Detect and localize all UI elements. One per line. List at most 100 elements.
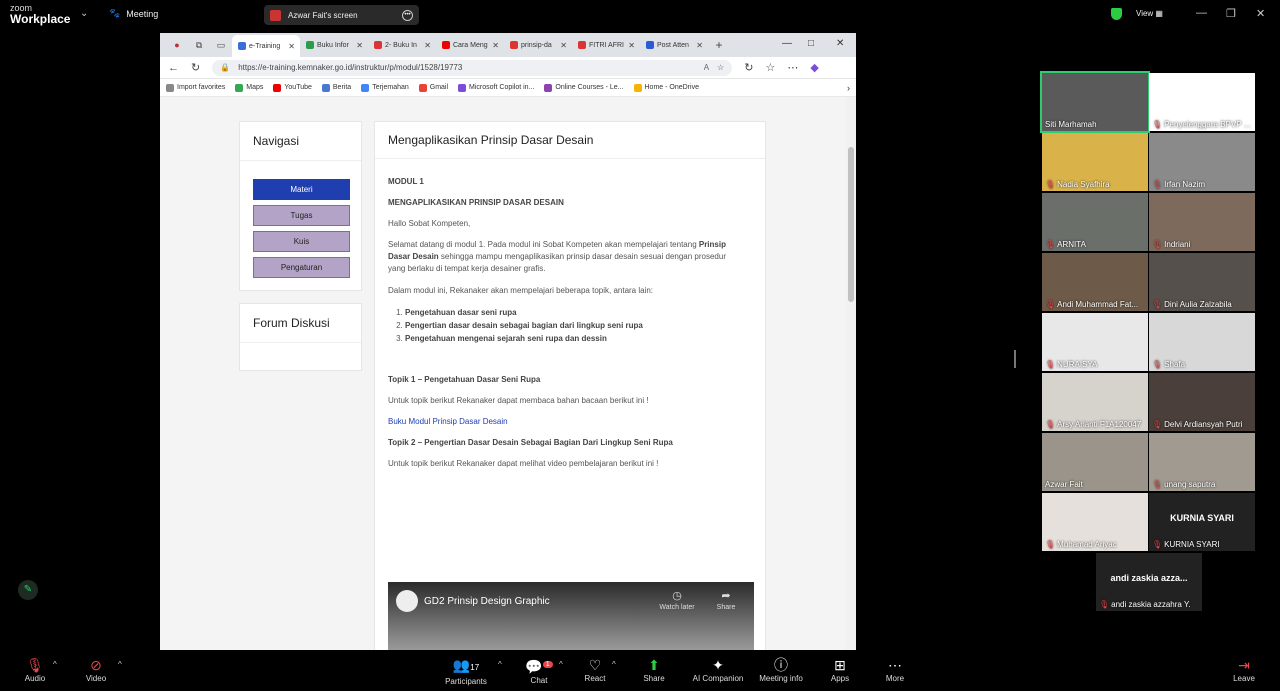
channel-avatar[interactable] — [396, 590, 418, 612]
meeting-menu[interactable]: 🐾 Meeting — [109, 8, 158, 19]
tab-actions-icon[interactable]: ▭ — [210, 40, 232, 51]
close-tab-icon[interactable]: ✕ — [492, 41, 499, 50]
read-aloud-icon[interactable]: A — [704, 63, 709, 72]
browser-tab[interactable]: Cara Meng ✕ — [436, 35, 504, 55]
new-tab-icon[interactable]: + — [708, 38, 730, 52]
ai-companion-button[interactable]: ✦ AI Companion — [688, 656, 748, 683]
workspaces-icon[interactable]: ⧉ — [188, 40, 210, 51]
profile-icon[interactable]: ● — [166, 40, 188, 50]
close-tab-icon[interactable]: ✕ — [424, 41, 431, 50]
view-button[interactable]: View ▦ — [1136, 9, 1163, 18]
participant-tile[interactable]: 🎙 Delvi Ardiansyah Putri — [1149, 373, 1255, 431]
share-button[interactable]: ⬆ Share — [624, 656, 684, 683]
browser-tab[interactable]: Post Atten ✕ — [640, 35, 708, 55]
menu-icon[interactable]: ⋯ — [787, 61, 798, 74]
chevron-down-icon[interactable]: ⌄ — [80, 8, 88, 19]
chat-caret[interactable]: ^ — [559, 660, 563, 669]
participant-tile[interactable]: 🎙 Nadia Syafhira — [1042, 133, 1148, 191]
extensions-icon[interactable]: ↻ — [744, 61, 753, 74]
favorite-item[interactable]: YouTube — [273, 83, 312, 92]
pengaturan-button[interactable]: Pengaturan — [253, 257, 350, 278]
participant-tile[interactable]: 🎙 Penyelenggara BPVP ... — [1149, 73, 1255, 131]
close-tab-icon[interactable]: ✕ — [356, 41, 363, 50]
participant-tile[interactable]: 🎙 Arsy Arianti F1A120047 — [1042, 373, 1148, 431]
favorite-item[interactable]: Import favorites — [166, 83, 225, 92]
participant-tile[interactable]: 🎙 NURAISYA — [1042, 313, 1148, 371]
participant-tile[interactable]: 🎙 Shafa — [1149, 313, 1255, 371]
tab-label: Post Atten — [657, 41, 689, 49]
apps-button[interactable]: ⊞ Apps — [810, 656, 870, 683]
participant-tile[interactable]: 🎙 ARNITA — [1042, 193, 1148, 251]
react-button[interactable]: ♡ React — [565, 656, 625, 683]
leave-button[interactable]: ⇥ Leave — [1214, 656, 1274, 683]
participant-tile[interactable]: Siti Marhamah — [1040, 71, 1150, 133]
favorite-item[interactable]: Berita — [321, 83, 351, 92]
favorite-item[interactable]: Home - OneDrive — [633, 83, 699, 92]
video-title[interactable]: GD2 Prinsip Design Graphic — [424, 596, 550, 608]
annotate-pen-icon[interactable]: ✎ — [18, 580, 38, 600]
scrollbar-thumb[interactable] — [848, 147, 854, 302]
shield-icon[interactable] — [1111, 8, 1122, 20]
browser-tab[interactable]: 2- Buku In ✕ — [368, 35, 436, 55]
participant-tile[interactable]: 🎙 Dini Aulia Zalzabila — [1149, 253, 1255, 311]
favorite-item[interactable]: Microsoft Copilot in... — [458, 83, 534, 92]
kuis-button[interactable]: Kuis — [253, 231, 350, 252]
browser-minimize-icon[interactable]: — — [782, 38, 792, 49]
url-field[interactable]: 🔒 https://e-training.kemnaker.go.id/inst… — [212, 59, 733, 76]
browser-maximize-icon[interactable]: □ — [808, 38, 814, 49]
screen-share-indicator[interactable]: Azwar Fait's screen ••• — [264, 5, 419, 25]
more-button[interactable]: ⋯ More — [865, 656, 925, 683]
close-tab-icon[interactable]: ✕ — [288, 42, 295, 51]
participant-name: 🎙 Penyelenggara BPVP ... — [1152, 120, 1250, 129]
close-tab-icon[interactable]: ✕ — [560, 41, 567, 50]
participant-tile[interactable]: Azwar Fait — [1042, 433, 1148, 491]
audio-options-caret[interactable]: ^ — [53, 660, 57, 669]
participants-caret[interactable]: ^ — [498, 660, 502, 669]
video-options-caret[interactable]: ^ — [118, 660, 122, 669]
browser-close-icon[interactable]: ✕ — [836, 38, 844, 49]
page-scrollbar[interactable] — [846, 97, 856, 650]
forum-card-title[interactable]: Forum Diskusi — [240, 304, 361, 343]
favorite-item[interactable]: Gmail — [418, 83, 448, 92]
participant-tile[interactable]: 🎙 Andi Muhammad Fat... — [1042, 253, 1148, 311]
favorite-item[interactable]: Online Courses - Le... — [544, 83, 624, 92]
favorite-star-icon[interactable]: ☆ — [717, 63, 724, 72]
topic2-title: Topik 2 – Pengertian Dasar Desain Sebaga… — [388, 438, 673, 447]
share-video-button[interactable]: ➦ Share — [708, 590, 744, 614]
browser-tab[interactable]: Buku Infor ✕ — [300, 35, 368, 55]
watch-later-button[interactable]: ◷ Watch later — [659, 590, 695, 614]
favorite-item[interactable]: Maps — [235, 83, 263, 92]
participant-tile[interactable]: KURNIA SYARI 🎙 KURNIA SYARI — [1149, 493, 1255, 551]
copilot-icon[interactable]: ◆ — [810, 61, 818, 74]
chevron-right-icon[interactable]: › — [847, 83, 850, 93]
participant-tile[interactable]: andi zaskia azza... 🎙 andi zaskia azzahra … — [1096, 553, 1202, 611]
browser-tab[interactable]: FITRI AFRI ✕ — [572, 35, 640, 55]
onedrive-icon — [633, 83, 642, 92]
participant-tile[interactable]: 🎙 unang saputra — [1149, 433, 1255, 491]
more-options-icon[interactable]: ••• — [402, 9, 413, 21]
close-tab-icon[interactable]: ✕ — [628, 41, 635, 50]
meeting-info-button[interactable]: ⓘ Meeting info — [751, 656, 811, 683]
browser-tab[interactable]: e-Training ✕ — [232, 35, 300, 57]
favorite-item[interactable]: Terjemahan — [361, 83, 409, 92]
minimize-icon[interactable]: — — [1196, 7, 1207, 19]
favorites-icon[interactable]: ☆ — [765, 61, 775, 74]
panel-resize-handle[interactable] — [1014, 350, 1016, 368]
nav-card-title: Navigasi — [240, 122, 361, 161]
back-icon[interactable]: ← — [168, 62, 179, 74]
participant-tile[interactable]: 🎙 Irfan Nazim — [1149, 133, 1255, 191]
module-book-link[interactable]: Buku Modul Prinsip Dasar Desain — [388, 416, 743, 428]
browser-tab[interactable]: prinsip-da ✕ — [504, 35, 572, 55]
refresh-icon[interactable]: ↻ — [191, 61, 200, 74]
video-embed[interactable]: GD2 Prinsip Design Graphic ◷ Watch later … — [388, 582, 754, 650]
tugas-button[interactable]: Tugas — [253, 205, 350, 226]
materi-button[interactable]: Materi — [253, 179, 350, 200]
close-tab-icon[interactable]: ✕ — [696, 41, 703, 50]
participant-tile[interactable]: 🎙 Muhamad Ariyac — [1042, 493, 1148, 551]
participant-tile[interactable]: 🎙 Indriani — [1149, 193, 1255, 251]
react-caret[interactable]: ^ — [612, 660, 616, 669]
video-button[interactable]: ⊘ Video — [66, 656, 126, 683]
close-icon[interactable]: ✕ — [1256, 7, 1265, 20]
maximize-icon[interactable]: ❐ — [1226, 7, 1236, 20]
participants-button[interactable]: 👥17 Participants — [436, 656, 496, 686]
